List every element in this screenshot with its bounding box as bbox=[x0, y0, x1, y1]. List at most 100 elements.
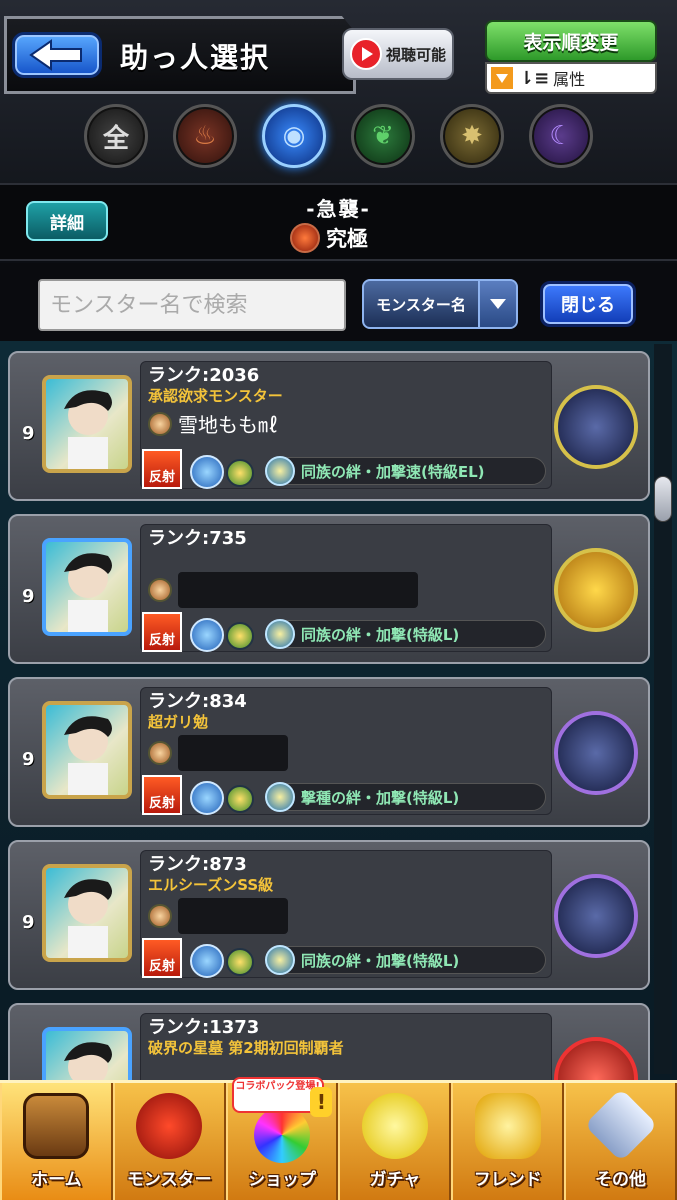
search-row: モンスター名 閉じる bbox=[0, 263, 677, 341]
leaf-icon: ❦ bbox=[372, 121, 394, 151]
reflect-type-icon: 反射 bbox=[142, 612, 182, 652]
monster-avatar bbox=[42, 375, 132, 473]
bond-skill: 同族の絆・加撃速(特級EL) bbox=[265, 456, 546, 486]
level-label: 9 bbox=[22, 586, 35, 607]
element-wood-button[interactable]: ❦ bbox=[351, 104, 415, 168]
viewable-button[interactable]: 視聴可能 bbox=[342, 28, 454, 80]
nav-other[interactable]: その他 bbox=[564, 1083, 677, 1200]
player-name: 雪地もも㎖ bbox=[178, 413, 278, 437]
quest-rank: 究極 bbox=[290, 223, 368, 253]
element-water-button[interactable]: ◉ bbox=[262, 104, 326, 168]
helper-card[interactable]: 9 ランク:873 エルシーズンSS級 反射 同族の絆・加撃(特級L) bbox=[8, 840, 650, 990]
alert-icon: ! bbox=[310, 1087, 333, 1117]
filter-icon bbox=[491, 67, 513, 89]
nav-friend-label: フレンド bbox=[473, 1170, 542, 1190]
bond-skill-label: 撃種の絆・加撃(特級L) bbox=[301, 788, 460, 807]
player-badge-icon bbox=[148, 741, 172, 765]
back-arrow-icon bbox=[29, 39, 82, 71]
quest-rank-label: 究極 bbox=[326, 227, 368, 251]
nav-monster[interactable]: モンスター bbox=[112, 1083, 226, 1200]
player-rank: ランク:1373 bbox=[148, 1017, 260, 1038]
player-rank: ランク:735 bbox=[148, 528, 247, 549]
bond-skill-label: 同族の絆・加撃(特級L) bbox=[301, 951, 460, 970]
player-badge-icon bbox=[148, 411, 172, 436]
chevron-down-icon bbox=[478, 281, 516, 327]
element-light-button[interactable]: ✸ bbox=[440, 104, 504, 168]
element-fire-button[interactable]: ♨ bbox=[173, 104, 237, 168]
ability-icons bbox=[190, 781, 254, 815]
player-rank: ランク:2036 bbox=[148, 365, 260, 386]
friend-avatar bbox=[554, 1037, 638, 1081]
ability-icon bbox=[226, 948, 254, 976]
ability-icons bbox=[190, 455, 254, 489]
redacted-name bbox=[178, 898, 288, 934]
dark-claw-icon: ☾ bbox=[549, 121, 573, 151]
ability-icon bbox=[226, 622, 254, 650]
fire-element-icon bbox=[290, 223, 320, 253]
element-all-button[interactable]: 全 bbox=[84, 104, 148, 168]
redacted-name bbox=[178, 572, 418, 608]
ability-icon bbox=[190, 781, 224, 815]
ability-icons bbox=[190, 944, 254, 978]
player-title: 承認欲求モンスター bbox=[148, 387, 283, 405]
sort-order-button[interactable]: 表示順変更 bbox=[485, 20, 657, 62]
quest-name: -急襲- bbox=[306, 197, 371, 221]
character-portrait-icon bbox=[64, 879, 112, 958]
list-scrollbar[interactable] bbox=[654, 344, 672, 1074]
rainbow-orb-icon bbox=[254, 1107, 311, 1163]
player-rank: ランク:834 bbox=[148, 691, 247, 712]
helper-card[interactable]: 9 ランク:834 超ガリ勉 反射 撃種の絆・加撃(特級L) bbox=[8, 677, 650, 827]
player-name-row bbox=[148, 898, 288, 934]
search-type-value: モンスター名 bbox=[376, 295, 466, 314]
player-rank: ランク:873 bbox=[148, 854, 247, 875]
friend-balloon-icon bbox=[474, 1093, 541, 1159]
scroll-thumb[interactable] bbox=[654, 476, 672, 522]
monster-avatar bbox=[42, 864, 132, 962]
reflect-type-icon: 反射 bbox=[142, 938, 182, 978]
element-dark-button[interactable]: ☾ bbox=[529, 104, 593, 168]
water-drop-icon: ◉ bbox=[282, 121, 306, 151]
player-name-row bbox=[148, 735, 288, 771]
friend-avatar bbox=[554, 874, 638, 958]
viewable-label: 視聴可能 bbox=[386, 45, 447, 64]
monster-search-input[interactable] bbox=[38, 279, 346, 331]
player-badge-icon bbox=[148, 904, 172, 928]
bond-icon bbox=[265, 782, 295, 812]
home-gate-icon bbox=[23, 1093, 90, 1159]
level-label: 9 bbox=[22, 912, 35, 933]
nav-gacha[interactable]: ガチャ bbox=[338, 1083, 452, 1200]
bond-skill-label: 同族の絆・加撃速(特級EL) bbox=[301, 462, 485, 481]
helper-card[interactable]: 9 ランク:735 反射 同族の絆・加撃(特級L) bbox=[8, 514, 650, 664]
back-button[interactable] bbox=[12, 32, 102, 78]
friend-avatar bbox=[554, 711, 638, 795]
reflect-type-icon: 反射 bbox=[142, 449, 182, 489]
redacted-name bbox=[178, 735, 288, 771]
player-title: 破界の星墓 第2期初回制覇者 bbox=[148, 1039, 344, 1057]
play-icon bbox=[350, 38, 382, 70]
helper-card[interactable]: ランク:1373 破界の星墓 第2期初回制覇者 bbox=[8, 1003, 650, 1081]
character-portrait-icon bbox=[64, 1042, 112, 1081]
search-type-select[interactable]: モンスター名 bbox=[362, 279, 518, 329]
bond-icon bbox=[265, 945, 295, 975]
level-label: 9 bbox=[22, 749, 35, 770]
nav-monster-label: モンスター bbox=[126, 1170, 212, 1190]
quest-bar: 詳細 -急襲- 究極 bbox=[0, 183, 677, 261]
ability-icon bbox=[190, 455, 224, 489]
player-title: エルシーズンSS級 bbox=[148, 876, 274, 894]
nav-friend[interactable]: フレンド bbox=[451, 1083, 565, 1200]
bond-icon bbox=[265, 456, 295, 486]
ability-icons bbox=[190, 618, 254, 652]
helper-list: 9 ランク:2036 承認欲求モンスター 雪地もも㎖ 反射 同族の絆・加撃速(特… bbox=[0, 341, 677, 1081]
bond-skill: 同族の絆・加撃(特級L) bbox=[265, 619, 546, 649]
close-button[interactable]: 閉じる bbox=[540, 281, 636, 327]
monster-avatar bbox=[42, 1027, 132, 1081]
ability-icon bbox=[226, 459, 254, 487]
player-name-row: 雪地もも㎖ bbox=[148, 409, 278, 438]
nav-home[interactable]: ホーム bbox=[0, 1083, 113, 1200]
helper-card[interactable]: 9 ランク:2036 承認欲求モンスター 雪地もも㎖ 反射 同族の絆・加撃速(特… bbox=[8, 351, 650, 501]
bond-icon bbox=[265, 619, 295, 649]
nav-shop[interactable]: コラボパック登場! ! ショップ bbox=[225, 1077, 339, 1200]
level-label: 9 bbox=[22, 423, 35, 444]
sort-attribute-indicator[interactable]: ⇂≡ 属性 bbox=[485, 62, 657, 94]
bond-skill: 撃種の絆・加撃(特級L) bbox=[265, 782, 546, 812]
